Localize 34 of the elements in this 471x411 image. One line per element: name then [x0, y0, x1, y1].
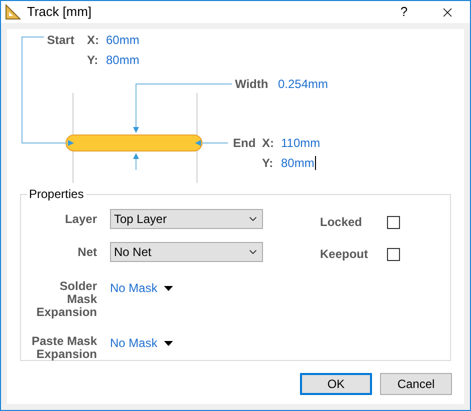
width-label: Width: [235, 76, 268, 92]
caret-icon: [164, 340, 174, 346]
field-label: Layer: [64, 211, 97, 227]
field-label: Paste Mask Expansion: [30, 335, 97, 361]
group-title: Properties: [27, 186, 86, 202]
help-button[interactable]: ?: [384, 2, 424, 22]
dialog-button[interactable]: OK: [300, 373, 372, 395]
checkbox-label: Locked: [320, 214, 364, 230]
end-label: End: [233, 135, 256, 151]
field-label: Solder Mask Expansion: [35, 280, 97, 319]
checkbox[interactable]: [387, 216, 400, 228]
coordinate-value[interactable]: 80mm: [281, 155, 316, 171]
leader-line: [133, 153, 139, 170]
coordinate-value[interactable]: 80mm: [106, 52, 140, 68]
dropdown[interactable]: Top Layer: [110, 209, 263, 229]
dialog-button[interactable]: Cancel: [380, 373, 452, 395]
leader-line: [195, 140, 228, 146]
dropdown[interactable]: No Net: [110, 242, 263, 262]
coordinate-value[interactable]: 60mm: [106, 32, 140, 48]
coordinate-label: X:: [87, 32, 99, 48]
coordinate-label: X:: [262, 135, 274, 151]
checkbox[interactable]: [387, 248, 400, 260]
field-label: Net: [76, 244, 97, 260]
start-label: Start: [47, 32, 74, 48]
checkbox-label: Keepout: [320, 246, 369, 262]
coordinate-value[interactable]: 110mm: [281, 135, 320, 151]
triangle-ruler-icon: [5, 4, 21, 20]
dropdown-link[interactable]: No Mask: [110, 335, 174, 351]
width-value[interactable]: 0.254mm: [278, 76, 328, 92]
window-title: Track [mm]: [27, 3, 92, 22]
coordinate-label: Y:: [87, 52, 98, 68]
dropdown-link[interactable]: No Mask: [110, 280, 174, 296]
caret-icon: [164, 286, 174, 290]
coordinate-label: Y:: [262, 155, 274, 171]
